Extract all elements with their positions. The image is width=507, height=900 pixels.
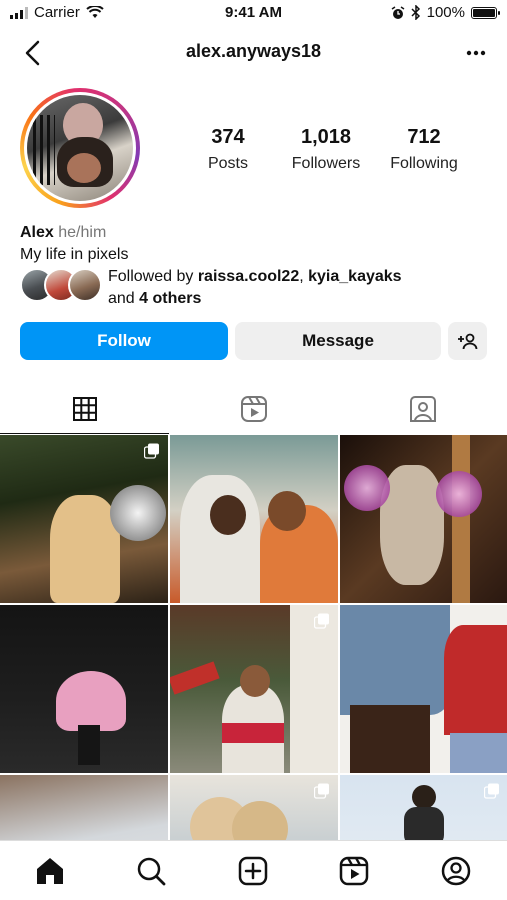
post-thumbnail[interactable] (340, 435, 507, 603)
post-thumbnail[interactable] (0, 605, 168, 773)
post-thumbnail[interactable] (340, 775, 507, 840)
grid-icon (72, 396, 97, 421)
followers-count[interactable]: 1,018 Followers (276, 126, 376, 173)
profile-tabs (0, 384, 507, 434)
pronouns: he/him (58, 224, 107, 241)
more-options-icon[interactable] (461, 38, 491, 68)
mutual-avatar (68, 268, 102, 302)
profile-bio: Alex he/him My life in pixels (20, 222, 128, 266)
multiple-photos-icon (314, 613, 329, 629)
search-icon[interactable] (135, 855, 167, 887)
profile-header: alex.anyways18 (0, 26, 507, 78)
followers-label: Followers (291, 155, 361, 172)
reels-icon (240, 396, 267, 422)
home-icon[interactable] (34, 855, 66, 887)
tagged-icon (409, 396, 436, 422)
tab-reels[interactable] (169, 384, 338, 434)
suggested-users-button[interactable] (448, 322, 487, 360)
multiple-photos-icon (314, 783, 329, 799)
status-bar: Carrier 9:41 AM 100% (0, 0, 507, 26)
followers-number: 1,018 (300, 126, 352, 148)
post-thumbnail[interactable] (170, 775, 338, 840)
display-name: Alex (20, 224, 54, 241)
follow-button[interactable]: Follow (20, 322, 228, 360)
alarm-icon (391, 5, 405, 19)
message-button[interactable]: Message (235, 322, 441, 360)
multiple-photos-icon (144, 443, 159, 459)
battery-level (473, 8, 495, 17)
posts-number: 374 (211, 126, 245, 148)
battery-icon (471, 6, 500, 19)
bottom-nav (0, 840, 507, 900)
following-label: Following (390, 155, 458, 172)
post-thumbnail[interactable] (170, 435, 338, 603)
bluetooth-icon (411, 5, 420, 20)
status-right: 100% (391, 4, 500, 21)
mutual-others[interactable]: 4 others (139, 290, 201, 307)
tab-tagged[interactable] (338, 384, 507, 434)
mutual-avatars (20, 268, 104, 302)
following-count[interactable]: 712 Following (374, 126, 474, 173)
following-number: 712 (407, 126, 441, 148)
followed-by[interactable]: Followed by raissa.cool22, kyia_kayaks a… (20, 266, 490, 310)
profile-icon[interactable] (440, 855, 472, 887)
posts-grid (0, 435, 507, 840)
mutual-user-1[interactable]: raissa.cool22 (198, 268, 299, 285)
add-user-icon (457, 333, 477, 350)
battery-percent: 100% (426, 4, 465, 21)
mutual-user-2[interactable]: kyia_kayaks (308, 268, 401, 285)
posts-label: Posts (207, 155, 248, 172)
profile-avatar[interactable] (20, 88, 140, 208)
create-icon[interactable] (237, 855, 269, 887)
profile-actions: Follow Message (20, 322, 487, 360)
posts-count[interactable]: 374 Posts (178, 126, 278, 173)
post-thumbnail[interactable] (340, 605, 507, 773)
avatar-photo (27, 95, 133, 201)
post-thumbnail[interactable] (0, 775, 168, 840)
bio-text: My life in pixels (20, 246, 129, 263)
reels-nav-icon[interactable] (338, 855, 370, 887)
post-thumbnail[interactable] (0, 435, 168, 603)
followed-by-text: Followed by raissa.cool22, kyia_kayaks a… (108, 268, 402, 307)
post-thumbnail[interactable] (170, 605, 338, 773)
tab-posts[interactable] (0, 384, 169, 434)
profile-username: alex.anyways18 (185, 41, 322, 61)
multiple-photos-icon (484, 783, 499, 799)
